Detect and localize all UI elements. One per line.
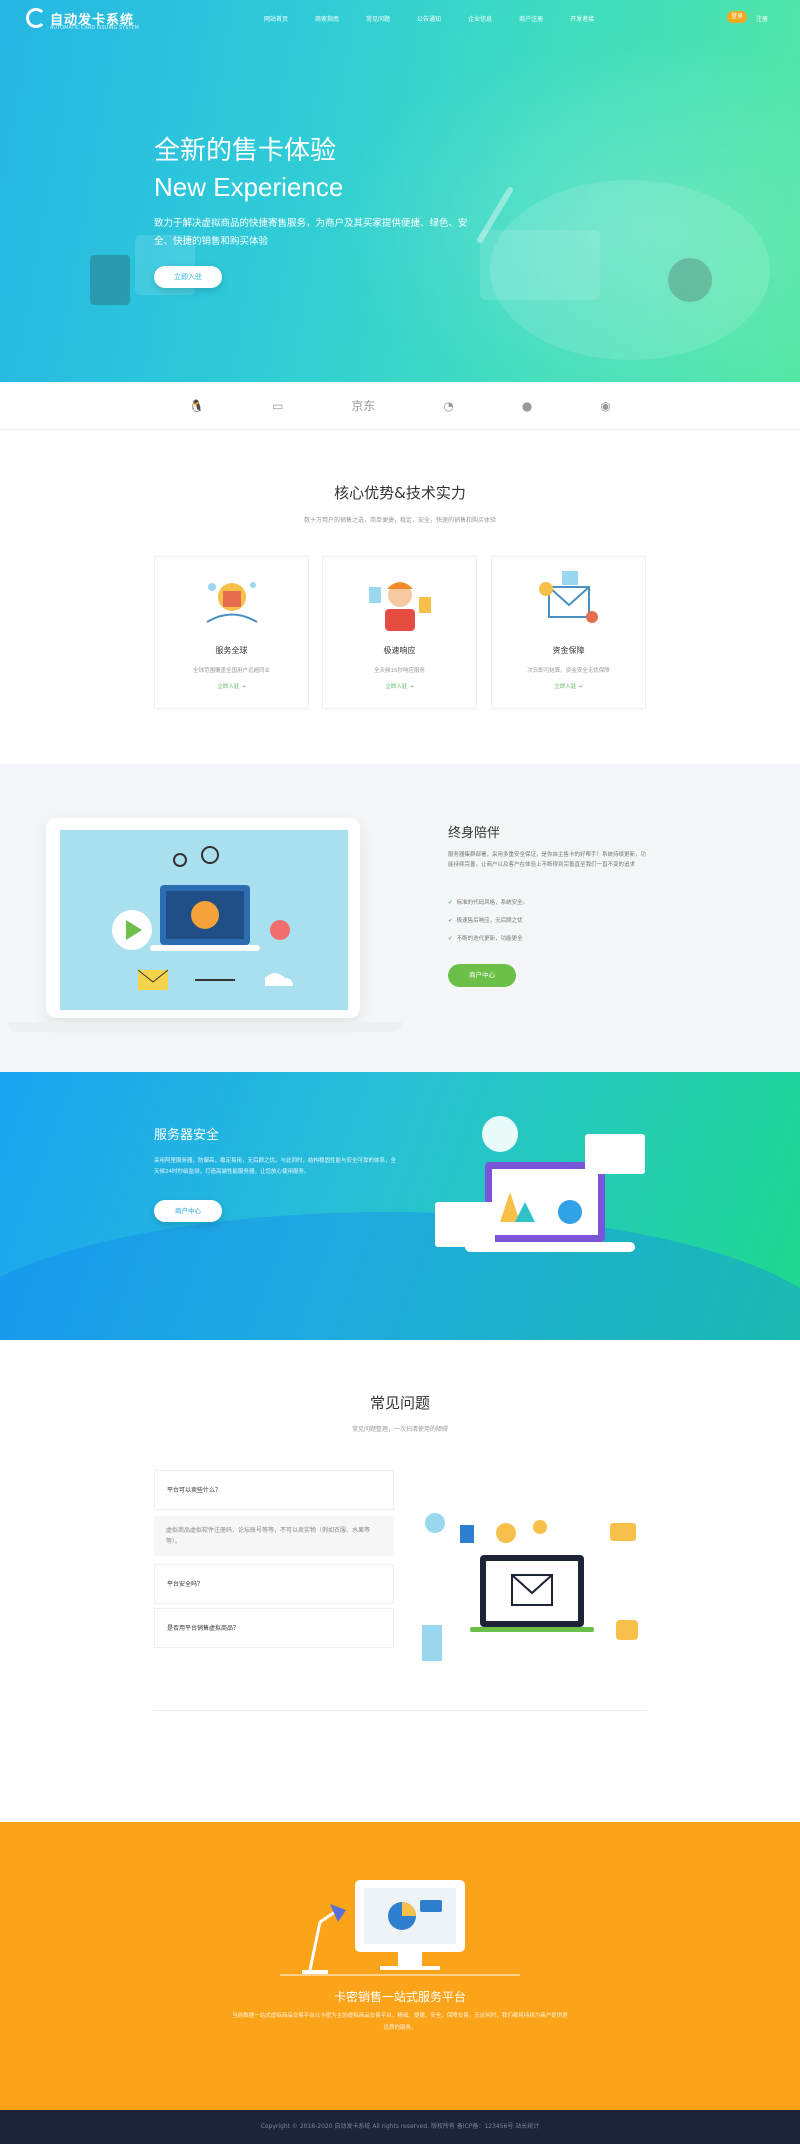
register-link[interactable]: 注册	[756, 14, 768, 23]
server-desc: 采用阿里服务器，防御高，稳定易用，无后顾之忧。与此同时，结构稳固性能与安全可靠的…	[154, 1158, 397, 1175]
unionpay-icon: ▭	[272, 398, 284, 413]
feature-check-3: ✔ 不断的迭代更新，功能更全	[448, 936, 523, 942]
nav-guide[interactable]: 商家指南	[315, 14, 339, 23]
hero-join-button[interactable]: 立即入驻	[154, 266, 222, 288]
card-title: 资金保障	[552, 646, 585, 655]
wechat-icon: ●	[521, 398, 533, 413]
server-dashboard-illustration	[435, 1116, 645, 1252]
site-logo[interactable]: 自动发卡系统 AUTOMATIC CARD ISSUING SYSTEM	[26, 8, 139, 31]
network-illustration	[112, 846, 293, 990]
jd-logo: 京东	[351, 399, 376, 413]
faq-question-1[interactable]: 平台可以卖些什么？	[154, 1470, 394, 1510]
hero-title: 全新的售卡体验	[154, 136, 337, 166]
hero-description: 致力于解决虚拟商品的快捷寄售服务，为商户及其买家提供便捷、绿色、安全、快捷的销售…	[154, 218, 468, 247]
card-title: 服务全球	[215, 646, 248, 655]
check-icon: ✔	[448, 918, 453, 924]
faq-subtitle: 常见问题整理，一次扫清使用的障碍	[351, 1426, 448, 1433]
card-desc: 全球范围覆盖全国用户远超同业	[192, 668, 270, 674]
site-footer: Copyright © 2018-2020 自动发卡系统 All rights …	[0, 2110, 800, 2144]
logo-subtitle: AUTOMATIC CARD ISSUING SYSTEM	[50, 25, 139, 31]
wave-decoration	[0, 1212, 800, 1340]
laptop-screen	[60, 830, 348, 1010]
card-desc: 次日即可结算，资金安全无忧保障	[527, 668, 610, 674]
card-link[interactable]: 立即入驻 →	[492, 682, 645, 690]
feature-check-2: ✔ 极速售后响应，无后顾之忧	[448, 918, 523, 924]
feature-check-1: ✔ 标准的代码风格，系统安全。	[448, 900, 529, 906]
faq-divider	[154, 1710, 646, 1711]
faq-title: 常见问题	[369, 1394, 430, 1412]
card-desc: 全天候15秒响应服务	[374, 668, 425, 674]
faq-question-2[interactable]: 平台安全吗？	[154, 1564, 394, 1604]
card-link[interactable]: 立即入驻 →	[323, 682, 476, 690]
server-security-section	[0, 1072, 800, 1340]
platform-section	[0, 1822, 800, 2110]
card-link[interactable]: 立即入驻 →	[155, 682, 308, 690]
advantages-subtitle: 数十万用户的销售之选，简单便捷，稳定，安全，快速的销售和购买体验	[303, 517, 496, 524]
lifetime-title: 终身陪伴	[448, 826, 501, 841]
partner-logos: 🐧 ▭ 京东 ◔ ● ◉	[0, 382, 800, 430]
platform-desc: 当前数据一站式虚拟商品交易平台以卡密为主的虚拟商品交易平台，精细、便捷、安全，保…	[232, 2013, 568, 2031]
hero-title-en: New Experience	[154, 172, 344, 202]
nav-developer[interactable]: 开发者接	[570, 14, 594, 23]
tenpay-icon: ◔	[443, 398, 454, 413]
faq-answer-1: 虚拟商品虚拟软件注册码，论坛账号等等，不可以卖实物（例如衣服、水果等等）。	[154, 1516, 394, 1556]
nav-register-merchant[interactable]: 商户注册	[519, 14, 543, 23]
platform-title: 卡密销售一站式服务平台	[333, 1990, 466, 2004]
logo-icon	[26, 8, 46, 28]
advantages-title: 核心优势&技术实力	[334, 484, 466, 502]
nav-faq[interactable]: 常见问题	[366, 14, 390, 23]
merchant-center-button[interactable]: 商户中心	[448, 964, 516, 987]
alipay-icon: ◉	[600, 398, 611, 413]
check-icon: ✔	[448, 900, 453, 906]
hero-banner	[0, 0, 800, 382]
server-title: 服务器安全	[154, 1128, 220, 1143]
card-title: 极速响应	[383, 646, 416, 655]
check-icon: ✔	[448, 936, 453, 942]
faq-question-3[interactable]: 是否用平台销售虚拟商品？	[154, 1608, 394, 1648]
monitor-lamp-illustration	[280, 1880, 520, 1976]
nav-home[interactable]: 网站首页	[264, 14, 288, 23]
server-merchant-button[interactable]: 商户中心	[154, 1200, 222, 1222]
funds-guarantee-illustration	[492, 567, 645, 637]
advantage-card-global: 服务全球 全球范围覆盖全国用户远超同业 立即入驻 →	[154, 556, 309, 709]
main-nav: 网站首页 商家指南 常见问题 公告通知 企业信息 商户注册 开发者接	[264, 14, 594, 23]
nav-notice[interactable]: 公告通知	[417, 14, 441, 23]
advantage-card-funds: 资金保障 次日即可结算，资金安全无忧保障 立即入驻 →	[491, 556, 646, 709]
qq-icon: 🐧	[189, 398, 205, 413]
lifetime-desc: 服务器集群部署，采用多重安全保证，是你自主售卡的好帮手！系统持续更新，功能持续完…	[448, 852, 647, 868]
faq-email-illustration	[422, 1513, 638, 1661]
advantage-card-response: 极速响应 全天候15秒响应服务 立即入驻 →	[322, 556, 477, 709]
laptop-base	[8, 1022, 402, 1032]
fast-response-illustration	[323, 567, 476, 637]
global-service-illustration	[155, 567, 308, 637]
nav-company[interactable]: 企业信息	[468, 14, 492, 23]
login-button[interactable]: 登录	[727, 11, 747, 23]
